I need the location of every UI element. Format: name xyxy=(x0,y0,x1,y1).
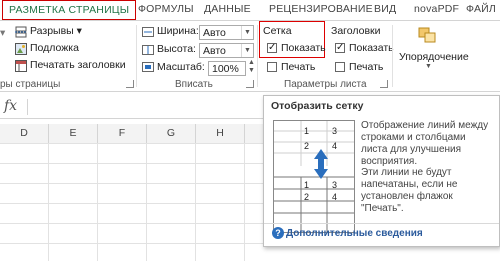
scale-spinner[interactable]: ▲ ▼ xyxy=(248,59,255,75)
gridlines-tooltip: Отобразить сетку 1 3 2 4 1 3 2 4 Отображ… xyxy=(263,95,500,247)
headings-print-label: Печать xyxy=(349,61,384,73)
preview-bottom-cell: 3 xyxy=(332,180,338,190)
height-label: Высота: xyxy=(157,43,196,55)
background-button[interactable]: Подложка xyxy=(30,42,79,54)
preview-bottom-cell: 2 xyxy=(304,192,310,202)
headings-view-checkbox[interactable]: ✓ xyxy=(335,43,345,53)
scale-input[interactable]: 100% xyxy=(208,61,246,76)
tooltip-divider xyxy=(264,223,499,224)
gridlines-view-label: Показать xyxy=(281,42,326,54)
column-header-h[interactable]: H xyxy=(196,124,245,143)
chevron-down-icon: ▼ xyxy=(241,44,253,57)
gridlines-title: Сетка xyxy=(263,25,292,37)
gridlines-view-checkbox[interactable]: ✓ xyxy=(267,43,277,53)
height-select[interactable]: Авто ▼ xyxy=(199,43,254,58)
grid-column-line xyxy=(97,143,98,261)
scale-label: Масштаб: xyxy=(157,61,205,73)
print-titles-icon xyxy=(15,60,27,72)
column-header-f[interactable]: F xyxy=(98,124,147,143)
ribbon-body: ▾ Разрывы ▾ Подложка Печатать заголовки … xyxy=(0,21,500,92)
grid-column-line xyxy=(244,143,245,261)
ribbon-tab-bar: РАЗМЕТКА СТРАНИЦЫ ФОРМУЛЫ ДАННЫЕ РЕЦЕНЗИ… xyxy=(0,0,500,21)
height-value: Авто xyxy=(203,45,226,57)
insert-function-icon[interactable]: fx xyxy=(4,98,17,114)
group-separator xyxy=(136,25,137,87)
scale-value: 100% xyxy=(212,63,239,75)
left-arrow-icon[interactable]: ▾ xyxy=(0,27,5,39)
page-setup-dialog-launcher[interactable] xyxy=(126,80,134,88)
preview-top-cell: 1 xyxy=(304,126,310,136)
background-icon xyxy=(15,43,27,55)
tab-formulas[interactable]: ФОРМУЛЫ xyxy=(138,0,194,19)
tooltip-print-note: Эти линии не будут напечатаны, если не у… xyxy=(361,167,458,214)
column-header-e[interactable]: E xyxy=(49,124,98,143)
tab-page-layout[interactable]: РАЗМЕТКА СТРАНИЦЫ xyxy=(2,0,137,20)
tab-review[interactable]: РЕЦЕНЗИРОВАНИЕ xyxy=(269,0,373,19)
preview-top-cell: 4 xyxy=(332,141,338,151)
tooltip-title: Отобразить сетку xyxy=(271,100,364,112)
grid-column-line xyxy=(146,143,147,261)
width-value: Авто xyxy=(203,27,226,39)
gridlines-print-label: Печать xyxy=(281,61,316,73)
tab-data[interactable]: ДАННЫЕ xyxy=(204,0,251,19)
tooltip-description: Отображение линий между строками и столб… xyxy=(361,120,489,167)
preview-bottom-cell: 1 xyxy=(304,180,310,190)
gridlines-preview-image: 1 3 2 4 1 3 2 4 xyxy=(273,120,355,233)
preview-bottom-cell: 4 xyxy=(332,192,338,202)
arrange-icon[interactable] xyxy=(418,27,438,45)
more-info-link[interactable]: Дополнительные сведения xyxy=(286,228,423,239)
column-header-d[interactable]: D xyxy=(0,124,49,143)
grid-column-line xyxy=(195,143,196,261)
breaks-label: Разрывы xyxy=(30,25,74,37)
group-separator xyxy=(257,25,258,87)
tab-novapdf[interactable]: novaPDF xyxy=(414,0,459,19)
help-icon: ? xyxy=(272,227,284,239)
sheet-options-group-label: Параметры листа xyxy=(284,79,367,90)
grid-column-line xyxy=(48,143,49,261)
scale-dialog-launcher[interactable] xyxy=(246,80,254,88)
chevron-down-icon: ▼ xyxy=(241,26,253,39)
breaks-icon xyxy=(15,26,27,38)
width-label: Ширина: xyxy=(157,25,199,37)
group-separator xyxy=(392,25,393,87)
breaks-button[interactable]: Разрывы ▾ xyxy=(30,25,82,37)
width-select[interactable]: Авто ▼ xyxy=(199,25,254,40)
headings-print-checkbox[interactable] xyxy=(335,62,345,72)
column-header-g[interactable]: G xyxy=(147,124,196,143)
chevron-down-icon: ▼ xyxy=(425,63,432,70)
tab-file[interactable]: ФАЙЛ xyxy=(466,0,496,19)
scale-group-label: Вписать xyxy=(175,79,213,90)
page-setup-group-label: ры страницы xyxy=(0,79,61,90)
arrange-label[interactable]: Упорядочение xyxy=(399,51,469,63)
print-titles-button[interactable]: Печатать заголовки xyxy=(30,59,126,71)
tab-view[interactable]: ВИД xyxy=(374,0,396,19)
sheet-options-dialog-launcher[interactable] xyxy=(380,80,388,88)
headings-view-label: Показать xyxy=(349,42,394,54)
scale-icon xyxy=(142,62,154,72)
headings-title: Заголовки xyxy=(331,25,381,37)
height-icon xyxy=(142,45,154,55)
gridlines-print-checkbox[interactable] xyxy=(267,62,277,72)
width-icon xyxy=(142,27,154,37)
preview-top-cell: 2 xyxy=(304,141,310,151)
preview-top-cell: 3 xyxy=(332,126,338,136)
